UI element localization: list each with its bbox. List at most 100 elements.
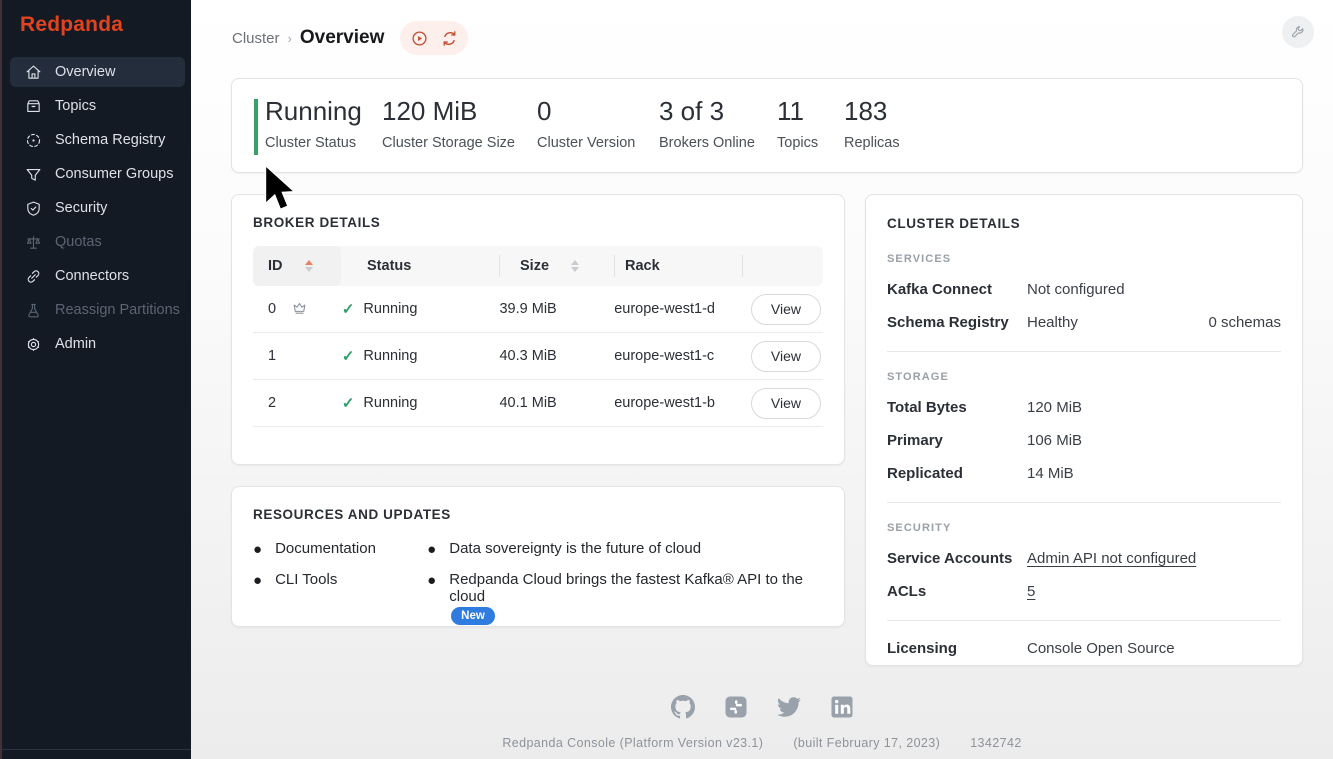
footer-build-date: (built February 17, 2023): [793, 736, 941, 750]
stat-cluster-status: Running Cluster Status: [254, 96, 362, 155]
sidebar-item-label: Security: [55, 200, 108, 216]
stat-value: 3 of 3: [659, 96, 725, 126]
linkedin-icon[interactable]: [829, 694, 855, 720]
broker-status: ✓ Running: [342, 347, 500, 365]
stat-value: 183: [844, 96, 888, 126]
cluster-details-title: CLUSTER DETAILS: [887, 216, 1021, 231]
stat-value: 120 MiB: [382, 96, 478, 126]
row-label: Replicated: [887, 465, 963, 482]
breadcrumb-actions: [400, 21, 469, 55]
view-broker-button[interactable]: View: [750, 387, 821, 419]
column-label: Status: [367, 258, 412, 274]
row-label: Primary: [887, 432, 943, 449]
resources-right-list: ● Data sovereignty is the future of clou…: [427, 540, 823, 625]
acls-count-link[interactable]: 5: [1027, 583, 1035, 600]
primary-row: Primary 106 MiB: [887, 432, 1281, 449]
status-text: Running: [363, 301, 418, 317]
stat-cluster-version: 0 Cluster Version: [537, 96, 635, 151]
breadcrumb-cluster-link[interactable]: Cluster: [232, 30, 280, 47]
sidebar: Redpanda Overview Topics Schema Registry: [0, 0, 191, 759]
social-links: [191, 694, 1333, 720]
stat-replicas: 183 Replicas: [844, 96, 900, 151]
broker-table: ID Status Size Rack 0 ✓ Running 39.9 MiB…: [253, 246, 823, 427]
twitter-icon[interactable]: [776, 694, 802, 720]
row-extra: 0 schemas: [1208, 314, 1281, 331]
service-accounts-row: Service Accounts Admin API not configure…: [887, 550, 1281, 567]
blog-link[interactable]: Redpanda Cloud brings the fastest Kafka®…: [449, 571, 823, 605]
slack-icon[interactable]: [723, 694, 749, 720]
stat-label: Topics: [777, 135, 819, 151]
sidebar-item-connectors[interactable]: Connectors: [10, 261, 185, 291]
bullet-icon: ●: [253, 572, 263, 589]
sort-icon: [571, 260, 580, 272]
status-accent-bar: [254, 99, 258, 155]
row-label: Kafka Connect: [887, 281, 993, 298]
redpanda-console-app: Redpanda Overview Topics Schema Registry: [0, 0, 1333, 759]
divider: [887, 351, 1281, 352]
column-header-rack[interactable]: Rack: [615, 258, 742, 274]
sidebar-bottom-divider: [2, 749, 191, 750]
sidebar-item-quotas: Quotas: [10, 227, 185, 257]
blog-link[interactable]: Data sovereignty is the future of cloud: [449, 540, 701, 559]
security-heading: SECURITY: [887, 522, 952, 534]
column-header-size[interactable]: Size: [500, 258, 614, 274]
redpanda-logo[interactable]: Redpanda: [20, 13, 123, 37]
storage-heading: STORAGE: [887, 371, 949, 383]
new-badge: New: [451, 607, 495, 625]
broker-size: 40.3 MiB: [499, 348, 557, 364]
sidebar-item-label: Schema Registry: [55, 132, 166, 148]
stat-label: Cluster Status: [265, 135, 357, 151]
footer-product-version: Redpanda Console (Platform Version v23.1…: [502, 736, 764, 750]
flask-icon: [24, 301, 42, 319]
broker-id: 0: [268, 301, 277, 317]
breadcrumb: Cluster › Overview: [232, 21, 469, 55]
check-icon: ✓: [341, 395, 355, 412]
row-value: 120 MiB: [1027, 399, 1083, 416]
admin-api-link[interactable]: Admin API not configured: [1027, 550, 1196, 567]
column-header-status[interactable]: Status: [341, 258, 499, 274]
column-label: Size: [520, 258, 550, 274]
link-icon: [24, 267, 42, 285]
sidebar-item-topics[interactable]: Topics: [10, 91, 185, 121]
documentation-link[interactable]: Documentation: [275, 540, 376, 559]
cli-tools-link[interactable]: CLI Tools: [275, 571, 337, 590]
column-label: ID: [268, 258, 283, 274]
page-title: Overview: [299, 27, 385, 48]
gear-icon: [24, 335, 42, 353]
bullet-icon: ●: [253, 541, 263, 558]
autorefresh-play-button[interactable]: [406, 25, 432, 51]
row-value: Healthy: [1027, 314, 1078, 331]
view-broker-button[interactable]: View: [750, 340, 821, 372]
sidebar-item-label: Consumer Groups: [55, 166, 174, 182]
bullet-icon: ●: [427, 541, 437, 558]
refresh-button[interactable]: [436, 25, 462, 51]
row-label: Service Accounts: [887, 550, 1013, 567]
total-bytes-row: Total Bytes 120 MiB: [887, 399, 1281, 416]
sidebar-item-label: Connectors: [55, 268, 130, 284]
sidebar-item-label: Overview: [55, 64, 116, 80]
settings-wrench-button[interactable]: [1282, 16, 1314, 48]
schema-registry-icon: [24, 131, 42, 149]
github-icon[interactable]: [670, 694, 696, 720]
broker-details-panel: BROKER DETAILS ID Status Size Rack 0 ✓ R…: [231, 194, 845, 465]
status-text: Running: [363, 348, 418, 364]
stat-topics: 11 Topics: [777, 96, 818, 151]
sidebar-item-consumer-groups[interactable]: Consumer Groups: [10, 159, 185, 189]
sidebar-item-overview[interactable]: Overview: [10, 57, 185, 87]
replicated-row: Replicated 14 MiB: [887, 465, 1281, 482]
chevron-right-icon: ›: [287, 30, 292, 46]
broker-size: 39.9 MiB: [499, 301, 557, 317]
sort-ascending-icon: [304, 260, 313, 272]
broker-row-1: 1 ✓ Running 40.3 MiB europe-west1-c View: [253, 333, 823, 380]
row-label: Total Bytes: [887, 399, 967, 416]
row-label: ACLs: [887, 583, 927, 600]
scales-icon: [24, 233, 42, 251]
sidebar-item-admin[interactable]: Admin: [10, 329, 185, 359]
sidebar-item-schema-registry[interactable]: Schema Registry: [10, 125, 185, 155]
broker-id: 1: [268, 348, 277, 364]
check-icon: ✓: [341, 348, 355, 365]
status-text: Running: [363, 395, 418, 411]
column-header-id[interactable]: ID: [253, 246, 341, 286]
view-broker-button[interactable]: View: [750, 293, 821, 325]
sidebar-item-security[interactable]: Security: [10, 193, 185, 223]
